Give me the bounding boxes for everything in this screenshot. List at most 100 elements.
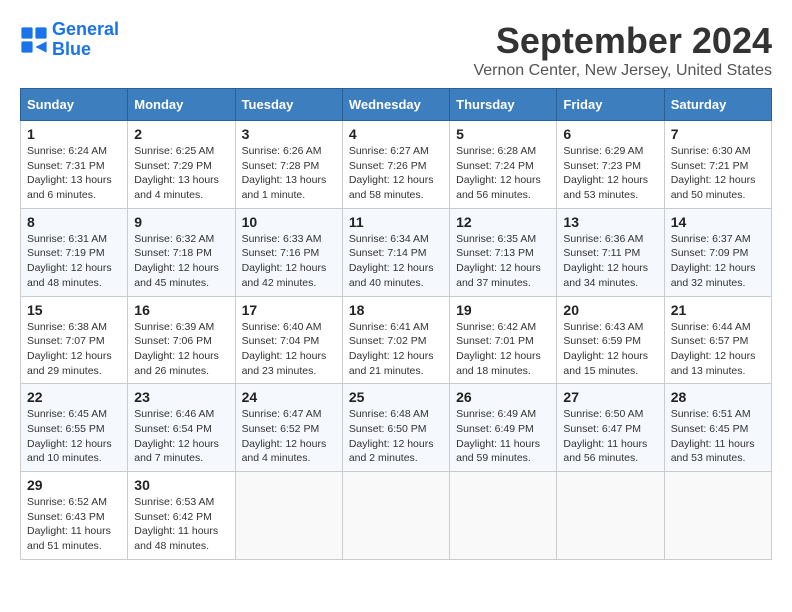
day-info: Sunrise: 6:38 AMSunset: 7:07 PMDaylight:… — [27, 320, 121, 379]
table-row: 29Sunrise: 6:52 AMSunset: 6:43 PMDayligh… — [21, 472, 128, 560]
day-info: Sunrise: 6:33 AMSunset: 7:16 PMDaylight:… — [242, 232, 336, 291]
month-title: September 2024 — [473, 20, 772, 62]
day-info: Sunrise: 6:34 AMSunset: 7:14 PMDaylight:… — [349, 232, 443, 291]
day-info: Sunrise: 6:24 AMSunset: 7:31 PMDaylight:… — [27, 144, 121, 203]
day-number: 6 — [563, 126, 657, 142]
day-info: Sunrise: 6:26 AMSunset: 7:28 PMDaylight:… — [242, 144, 336, 203]
table-row: 16 Sunrise: 6:39 AMSunset: 7:06 PMDayligh… — [128, 296, 235, 384]
day-number: 18 — [349, 302, 443, 318]
table-row: 21 Sunrise: 6:44 AMSunset: 6:57 PMDayligh… — [664, 296, 771, 384]
col-wednesday: Wednesday — [342, 89, 449, 121]
col-monday: Monday — [128, 89, 235, 121]
day-info: Sunrise: 6:44 AMSunset: 6:57 PMDaylight:… — [671, 320, 765, 379]
table-row: 20Sunrise: 6:43 AMSunset: 6:59 PMDayligh… — [557, 296, 664, 384]
day-number: 24 — [242, 389, 336, 405]
table-row: 2 Sunrise: 6:25 AMSunset: 7:29 PMDaylight… — [128, 121, 235, 209]
day-number: 5 — [456, 126, 550, 142]
day-info: Sunrise: 6:53 AMSunset: 6:42 PMDaylight:… — [134, 495, 228, 554]
calendar-week-row: 1 Sunrise: 6:24 AMSunset: 7:31 PMDaylight… — [21, 121, 772, 209]
day-info: Sunrise: 6:50 AMSunset: 6:47 PMDaylight:… — [563, 407, 657, 466]
col-saturday: Saturday — [664, 89, 771, 121]
day-number: 16 — [134, 302, 228, 318]
day-number: 14 — [671, 214, 765, 230]
day-info: Sunrise: 6:35 AMSunset: 7:13 PMDaylight:… — [456, 232, 550, 291]
day-number: 17 — [242, 302, 336, 318]
table-row: 8Sunrise: 6:31 AMSunset: 7:19 PMDaylight… — [21, 208, 128, 296]
day-number: 27 — [563, 389, 657, 405]
day-info: Sunrise: 6:43 AMSunset: 6:59 PMDaylight:… — [563, 320, 657, 379]
day-info: Sunrise: 6:45 AMSunset: 6:55 PMDaylight:… — [27, 407, 121, 466]
day-number: 30 — [134, 477, 228, 493]
table-row: 18 Sunrise: 6:41 AMSunset: 7:02 PMDayligh… — [342, 296, 449, 384]
day-number: 11 — [349, 214, 443, 230]
table-row: 23Sunrise: 6:46 AMSunset: 6:54 PMDayligh… — [128, 384, 235, 472]
table-row: 3 Sunrise: 6:26 AMSunset: 7:28 PMDaylight… — [235, 121, 342, 209]
table-row: 19Sunrise: 6:42 AMSunset: 7:01 PMDayligh… — [450, 296, 557, 384]
day-number: 15 — [27, 302, 121, 318]
table-row: 13 Sunrise: 6:36 AMSunset: 7:11 PMDayligh… — [557, 208, 664, 296]
day-info: Sunrise: 6:40 AMSunset: 7:04 PMDaylight:… — [242, 320, 336, 379]
day-info: Sunrise: 6:42 AMSunset: 7:01 PMDaylight:… — [456, 320, 550, 379]
calendar-week-row: 22 Sunrise: 6:45 AMSunset: 6:55 PMDayligh… — [21, 384, 772, 472]
day-number: 25 — [349, 389, 443, 405]
table-row: 11 Sunrise: 6:34 AMSunset: 7:14 PMDayligh… — [342, 208, 449, 296]
day-info: Sunrise: 6:37 AMSunset: 7:09 PMDaylight:… — [671, 232, 765, 291]
day-info: Sunrise: 6:51 AMSunset: 6:45 PMDaylight:… — [671, 407, 765, 466]
table-row: 28 Sunrise: 6:51 AMSunset: 6:45 PMDayligh… — [664, 384, 771, 472]
logo-icon — [20, 26, 48, 54]
calendar-week-row: 15 Sunrise: 6:38 AMSunset: 7:07 PMDayligh… — [21, 296, 772, 384]
table-row — [557, 472, 664, 560]
day-info: Sunrise: 6:36 AMSunset: 7:11 PMDaylight:… — [563, 232, 657, 291]
table-row: 10 Sunrise: 6:33 AMSunset: 7:16 PMDayligh… — [235, 208, 342, 296]
day-number: 28 — [671, 389, 765, 405]
calendar-table: Sunday Monday Tuesday Wednesday Thursday… — [20, 88, 772, 560]
table-row: 6Sunrise: 6:29 AMSunset: 7:23 PMDaylight… — [557, 121, 664, 209]
logo-text: General Blue — [52, 20, 119, 60]
col-friday: Friday — [557, 89, 664, 121]
table-row — [664, 472, 771, 560]
day-number: 29 — [27, 477, 121, 493]
day-info: Sunrise: 6:41 AMSunset: 7:02 PMDaylight:… — [349, 320, 443, 379]
calendar-week-row: 8Sunrise: 6:31 AMSunset: 7:19 PMDaylight… — [21, 208, 772, 296]
header: General Blue September 2024 Vernon Cente… — [20, 20, 772, 80]
logo: General Blue — [20, 20, 119, 60]
day-info: Sunrise: 6:27 AMSunset: 7:26 PMDaylight:… — [349, 144, 443, 203]
table-row: 7Sunrise: 6:30 AMSunset: 7:21 PMDaylight… — [664, 121, 771, 209]
col-tuesday: Tuesday — [235, 89, 342, 121]
table-row: 9 Sunrise: 6:32 AMSunset: 7:18 PMDaylight… — [128, 208, 235, 296]
col-thursday: Thursday — [450, 89, 557, 121]
day-number: 12 — [456, 214, 550, 230]
day-number: 3 — [242, 126, 336, 142]
table-row — [235, 472, 342, 560]
day-number: 23 — [134, 389, 228, 405]
day-info: Sunrise: 6:25 AMSunset: 7:29 PMDaylight:… — [134, 144, 228, 203]
table-row: 17 Sunrise: 6:40 AMSunset: 7:04 PMDayligh… — [235, 296, 342, 384]
table-row: 14 Sunrise: 6:37 AMSunset: 7:09 PMDayligh… — [664, 208, 771, 296]
calendar-header-row: Sunday Monday Tuesday Wednesday Thursday… — [21, 89, 772, 121]
day-info: Sunrise: 6:31 AMSunset: 7:19 PMDaylight:… — [27, 232, 121, 291]
day-info: Sunrise: 6:28 AMSunset: 7:24 PMDaylight:… — [456, 144, 550, 203]
table-row: 12 Sunrise: 6:35 AMSunset: 7:13 PMDayligh… — [450, 208, 557, 296]
day-number: 22 — [27, 389, 121, 405]
day-number: 7 — [671, 126, 765, 142]
day-number: 21 — [671, 302, 765, 318]
day-number: 13 — [563, 214, 657, 230]
day-number: 9 — [134, 214, 228, 230]
table-row — [342, 472, 449, 560]
table-row — [450, 472, 557, 560]
day-number: 2 — [134, 126, 228, 142]
location-title: Vernon Center, New Jersey, United States — [473, 62, 772, 80]
day-info: Sunrise: 6:48 AMSunset: 6:50 PMDaylight:… — [349, 407, 443, 466]
day-info: Sunrise: 6:39 AMSunset: 7:06 PMDaylight:… — [134, 320, 228, 379]
day-number: 10 — [242, 214, 336, 230]
table-row: 24Sunrise: 6:47 AMSunset: 6:52 PMDayligh… — [235, 384, 342, 472]
day-number: 1 — [27, 126, 121, 142]
table-row: 26Sunrise: 6:49 AMSunset: 6:49 PMDayligh… — [450, 384, 557, 472]
title-area: September 2024 Vernon Center, New Jersey… — [473, 20, 772, 80]
table-row: 25 Sunrise: 6:48 AMSunset: 6:50 PMDayligh… — [342, 384, 449, 472]
col-sunday: Sunday — [21, 89, 128, 121]
day-info: Sunrise: 6:32 AMSunset: 7:18 PMDaylight:… — [134, 232, 228, 291]
table-row: 4Sunrise: 6:27 AMSunset: 7:26 PMDaylight… — [342, 121, 449, 209]
table-row: 30 Sunrise: 6:53 AMSunset: 6:42 PMDayligh… — [128, 472, 235, 560]
table-row: 27 Sunrise: 6:50 AMSunset: 6:47 PMDayligh… — [557, 384, 664, 472]
